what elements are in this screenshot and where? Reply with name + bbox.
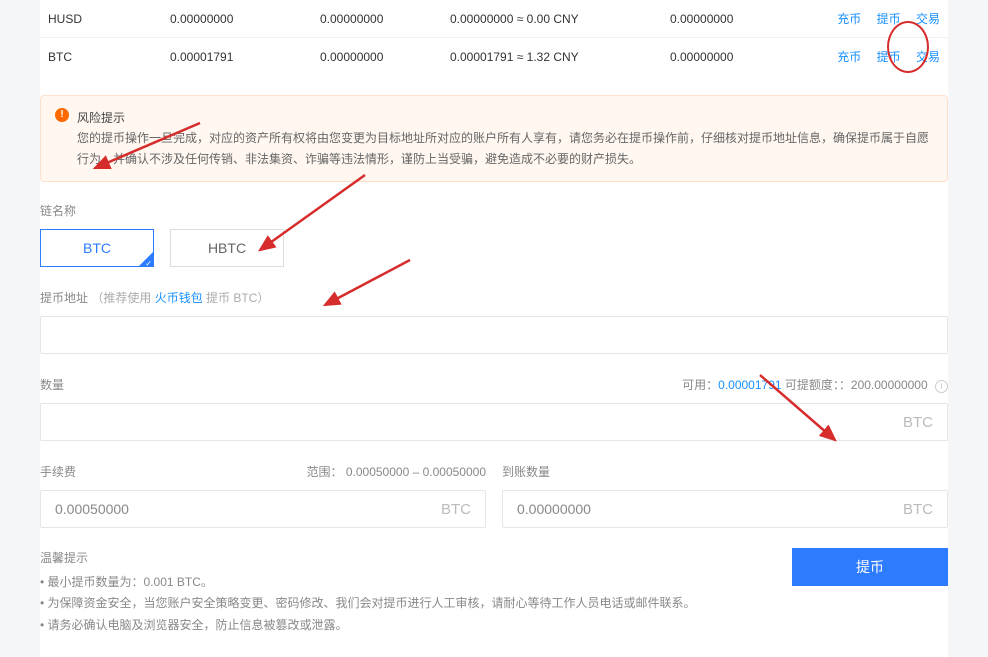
chain-label: 链名称 <box>40 202 948 219</box>
frozen-cell: 0.00000000 <box>320 50 450 64</box>
amount-field[interactable] <box>55 415 903 430</box>
amount-suffix: BTC <box>903 414 933 431</box>
limit-value: 200.00000000 <box>851 378 928 392</box>
trade-link[interactable]: 交易 <box>916 12 940 26</box>
table-row: HUSD 0.00000000 0.00000000 0.00000000 ≈ … <box>40 0 948 38</box>
tips-title: 温馨提示 <box>40 548 772 570</box>
received-input: 0.00000000 BTC <box>502 490 948 528</box>
tips-section: 温馨提示 • 最小提币数量为：0.001 BTC。 • 为保障资金安全，当您账户… <box>40 548 772 636</box>
balance-cell: 0.00001791 <box>170 50 320 64</box>
received-suffix: BTC <box>903 501 933 518</box>
chain-tab-btc[interactable]: BTC <box>40 229 154 267</box>
warning-body: 您的提币操作一旦完成，对应的资产所有权将由您变更为目标地址所对应的账户所有人享有… <box>77 131 929 165</box>
amount-input[interactable]: BTC <box>40 403 948 441</box>
withdraw-link[interactable]: 提币 <box>877 50 901 64</box>
deposit-link[interactable]: 充币 <box>837 50 861 64</box>
fee-value: 0.00050000 <box>55 501 129 517</box>
table-row: BTC 0.00001791 0.00000000 0.00001791 ≈ 1… <box>40 38 948 75</box>
warning-title: 风险提示 <box>77 111 125 125</box>
value-cell: 0.00001791 ≈ 1.32 CNY <box>450 50 670 64</box>
value-cell: 0.00000000 ≈ 0.00 CNY <box>450 12 670 26</box>
address-label: 提币地址 <box>40 291 88 305</box>
info-icon[interactable]: i <box>935 380 948 393</box>
address-input[interactable] <box>40 316 948 354</box>
extra-cell: 0.00000000 <box>670 12 820 26</box>
wallet-link[interactable]: 火币钱包 <box>155 291 203 305</box>
address-field[interactable] <box>55 328 933 343</box>
amount-label: 数量 <box>40 376 64 393</box>
warning-icon: ! <box>55 108 69 122</box>
withdraw-link[interactable]: 提币 <box>877 12 901 26</box>
extra-cell: 0.00000000 <box>670 50 820 64</box>
received-value: 0.00000000 <box>517 501 591 517</box>
trade-link[interactable]: 交易 <box>916 50 940 64</box>
fee-suffix: BTC <box>441 501 471 518</box>
deposit-link[interactable]: 充币 <box>837 12 861 26</box>
withdraw-submit-button[interactable]: 提币 <box>792 548 948 586</box>
frozen-cell: 0.00000000 <box>320 12 450 26</box>
available-value: 0.00001791 <box>718 378 781 392</box>
fee-input[interactable]: 0.00050000 BTC <box>40 490 486 528</box>
fee-label: 手续费 <box>40 463 76 480</box>
chain-tab-hbtc[interactable]: HBTC <box>170 229 284 267</box>
fee-range: 范围： 0.00050000 – 0.00050000 <box>307 463 486 480</box>
coin-cell: BTC <box>40 50 170 64</box>
warning-box: ! 风险提示 您的提币操作一旦完成，对应的资产所有权将由您变更为目标地址所对应的… <box>40 95 948 182</box>
balance-cell: 0.00000000 <box>170 12 320 26</box>
coin-cell: HUSD <box>40 12 170 26</box>
received-label: 到账数量 <box>502 463 550 480</box>
